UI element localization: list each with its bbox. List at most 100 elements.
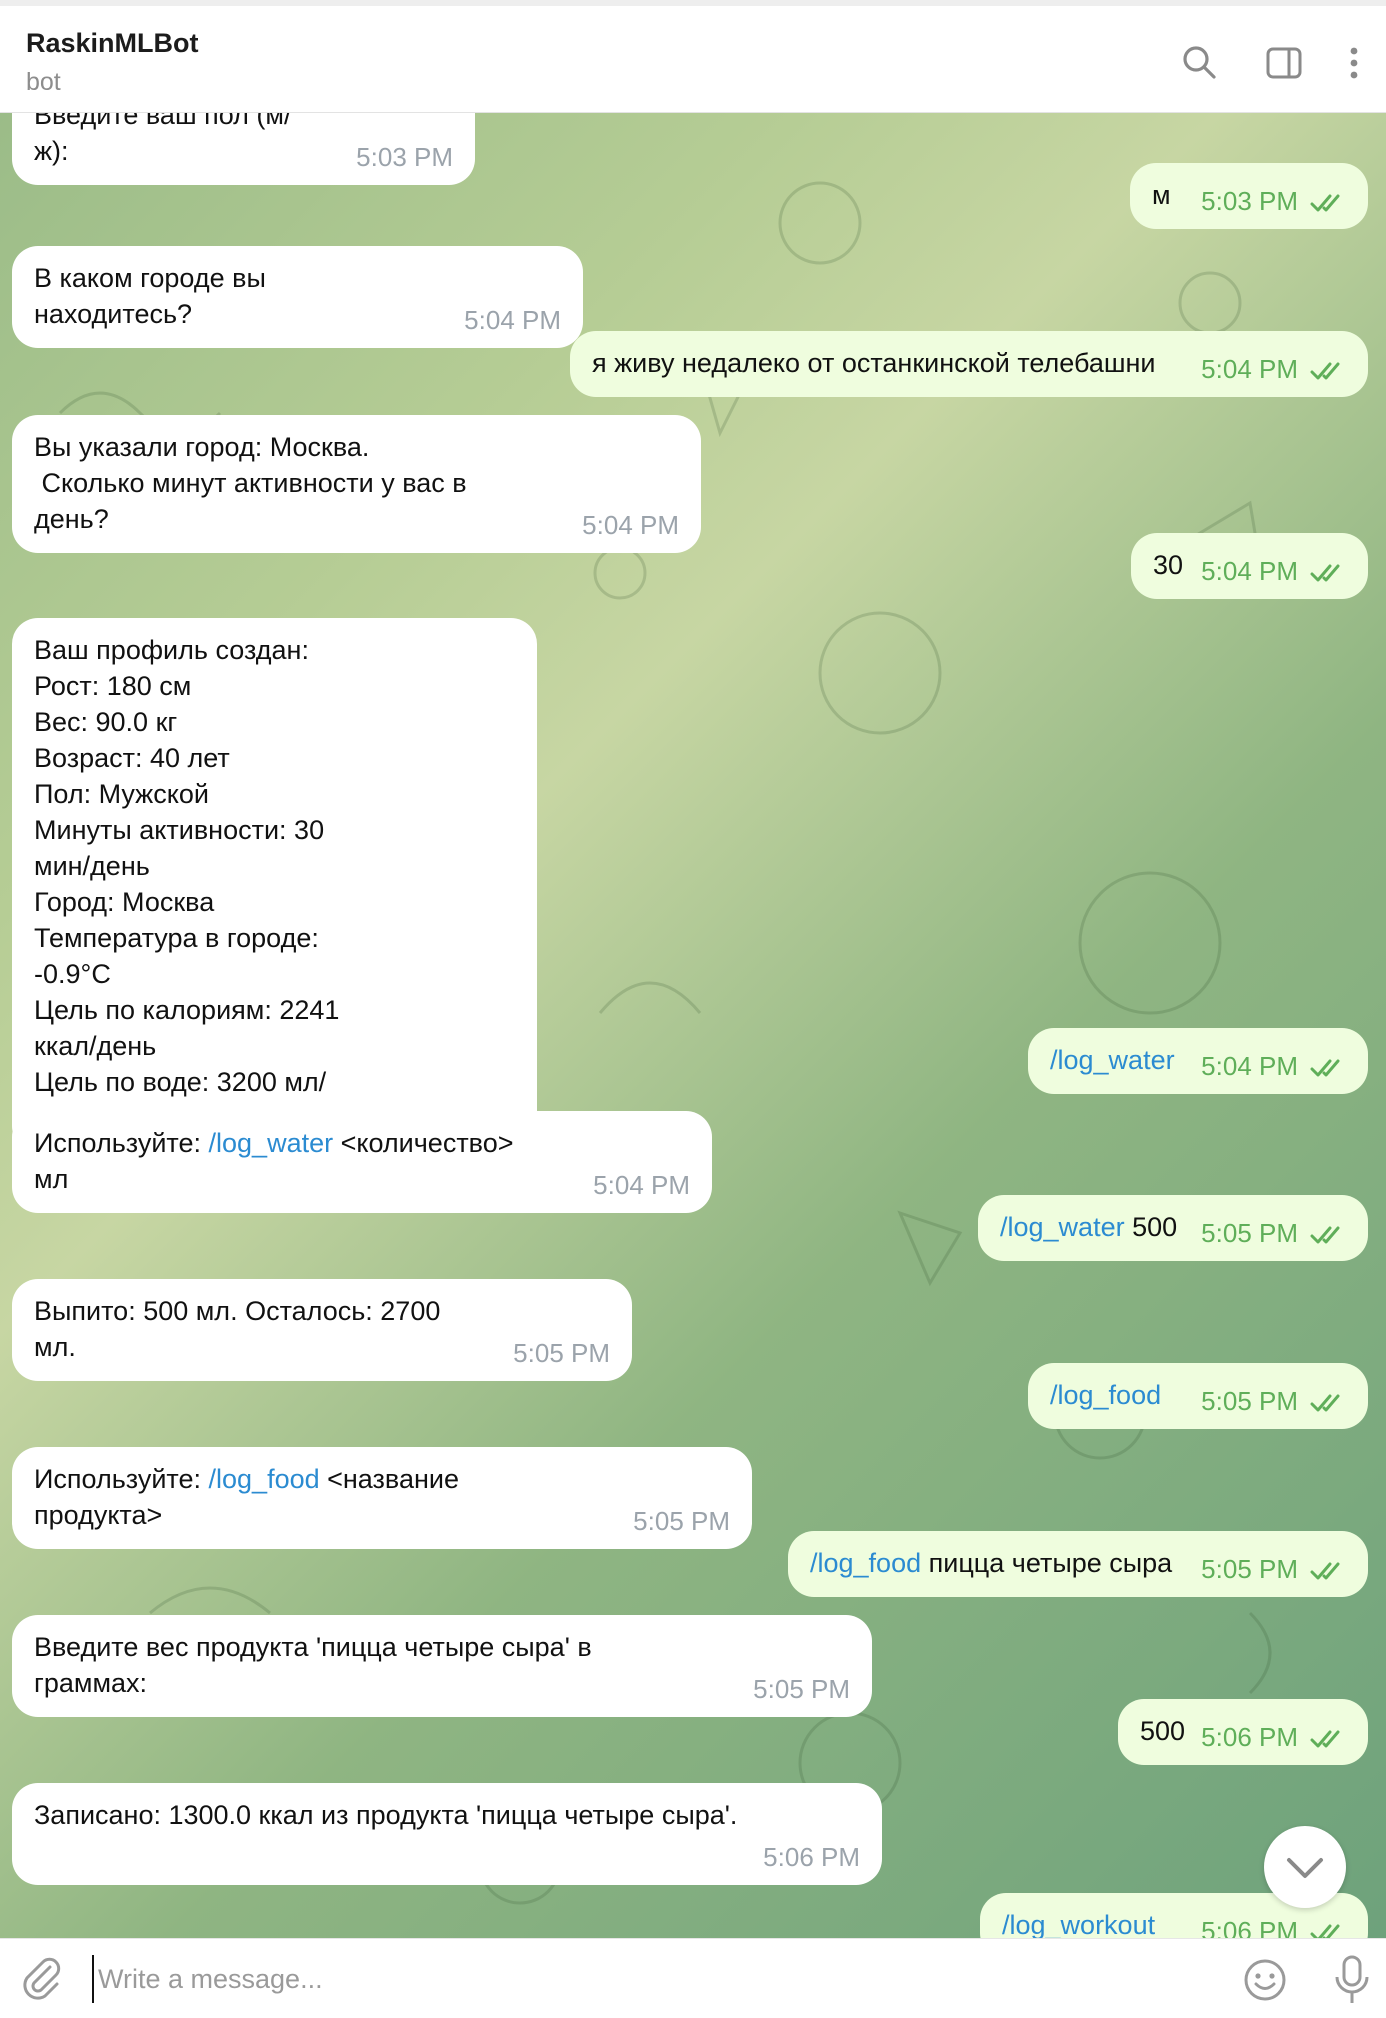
message-meta: 5:04 PM (1201, 553, 1346, 589)
message-meta: 5:05 PM (1201, 1383, 1346, 1419)
message-meta: 5:05 PM (753, 1671, 850, 1707)
message-text: Используйте: /log_water <количество> мл (34, 1125, 690, 1197)
message-time: 5:05 PM (753, 1674, 850, 1704)
message-text: Ваш профиль создан: Рост: 180 см Вес: 90… (34, 632, 515, 1136)
message-time: 5:05 PM (1201, 1386, 1298, 1416)
chevron-down-icon (1287, 1858, 1323, 1878)
double-check-icon (1310, 1394, 1340, 1412)
outgoing-message[interactable]: /log_water 5:04 PM (1028, 1028, 1368, 1094)
double-check-icon (1310, 362, 1340, 380)
incoming-message[interactable]: Записано: 1300.0 ккал из продукта 'пицца… (12, 1783, 882, 1885)
scroll-to-bottom-button[interactable] (1264, 1826, 1346, 1908)
bot-command-link[interactable]: /log_workout (1002, 1910, 1155, 1938)
message-time: 5:05 PM (633, 1506, 730, 1536)
message-meta: 5:04 PM (464, 302, 561, 338)
bot-command-link[interactable]: /log_water (1000, 1212, 1125, 1242)
message-meta: 5:03 PM (356, 139, 453, 175)
message-body: Записано: 1300.0 ккал из продукта 'пицца… (34, 1800, 738, 1830)
incoming-message[interactable]: Выпито: 500 мл. Осталось: 2700 мл. 5:05 P… (12, 1279, 632, 1381)
message-body: м (1152, 180, 1171, 210)
message-time: 5:03 PM (356, 142, 453, 172)
message-time: 5:04 PM (464, 305, 561, 335)
incoming-message[interactable]: Введите ваш пол (м/ж): 5:03 PM (12, 113, 475, 185)
search-icon[interactable] (1178, 41, 1222, 85)
message-meta: 5:05 PM (513, 1335, 610, 1371)
message-text: Введите вес продукта 'пицца четыре сыра'… (34, 1629, 850, 1701)
incoming-message[interactable]: Используйте: /log_food <название продукт… (12, 1447, 752, 1549)
message-body: Введите ваш пол (м/ж): (34, 113, 292, 166)
message-meta: 5:06 PM (1201, 1719, 1346, 1755)
message-time: 5:04 PM (593, 1170, 690, 1200)
double-check-icon (1310, 1730, 1340, 1748)
incoming-message[interactable]: Вы указали город: Москва. Сколько минут … (12, 415, 701, 553)
paperclip-icon[interactable] (16, 1953, 66, 2003)
message-time: 5:04 PM (1201, 1051, 1298, 1081)
outgoing-message[interactable]: 30 5:04 PM (1131, 533, 1368, 599)
message-text: Записано: 1300.0 ккал из продукта 'пицца… (34, 1797, 860, 1833)
message-time: 5:04 PM (1201, 556, 1298, 586)
incoming-message[interactable]: Введите вес продукта 'пицца четыре сыра'… (12, 1615, 872, 1717)
microphone-icon[interactable] (1330, 1953, 1374, 2007)
outgoing-message[interactable]: /log_water 500 5:05 PM (978, 1195, 1368, 1261)
double-check-icon (1310, 1226, 1340, 1244)
message-body: Вы указали город: Москва. Сколько минут … (34, 432, 467, 534)
incoming-message[interactable]: Используйте: /log_water <количество> мл 5… (12, 1111, 712, 1213)
chat-subtitle: bot (26, 68, 61, 96)
message-meta: 5:04 PM (593, 1167, 690, 1203)
message-prefix: Используйте: (34, 1464, 209, 1494)
message-time: 5:05 PM (1201, 1218, 1298, 1248)
more-icon[interactable] (1332, 41, 1376, 85)
message-body: Выпито: 500 мл. Осталось: 2700 мл. (34, 1296, 448, 1362)
outgoing-message[interactable]: /log_food 5:05 PM (1028, 1363, 1368, 1429)
chat-header: RaskinMLBot bot (0, 0, 1386, 113)
outgoing-message[interactable]: /log_food пицца четыре сыра 5:05 PM (788, 1531, 1368, 1597)
message-body: В каком городе вы находитесь? (34, 263, 274, 329)
message-body: 30 (1153, 550, 1184, 580)
message-meta: 5:04 PM (1201, 351, 1346, 387)
message-meta: 5:05 PM (1201, 1215, 1346, 1251)
double-check-icon (1310, 1059, 1340, 1077)
bot-command-link[interactable]: /log_water (1050, 1045, 1175, 1075)
message-time: 5:04 PM (582, 510, 679, 540)
message-meta: 5:05 PM (1201, 1551, 1346, 1587)
incoming-message[interactable]: Ваш профиль создан: Рост: 180 см Вес: 90… (12, 618, 537, 1152)
double-check-icon (1310, 564, 1340, 582)
message-meta: 5:04 PM (1201, 1048, 1346, 1084)
double-check-icon (1310, 194, 1340, 212)
emoji-icon[interactable] (1242, 1957, 1288, 2003)
message-time: 5:06 PM (1201, 1722, 1298, 1752)
message-body: я живу недалеко от останкинской телебашн… (592, 348, 1156, 378)
outgoing-message[interactable]: м 5:03 PM (1130, 163, 1368, 229)
sidebar-toggle-icon[interactable] (1262, 41, 1306, 85)
outgoing-message[interactable]: я живу недалеко от останкинской телебашн… (570, 331, 1368, 397)
chat-area[interactable]: Введите ваш пол (м/ж): 5:03 PM м 5:03 PM В к… (0, 113, 1386, 1938)
message-prefix: Используйте: (34, 1128, 209, 1158)
message-text: Используйте: /log_food <название продукт… (34, 1461, 730, 1533)
message-composer (0, 1938, 1386, 2018)
message-body: 500 (1124, 1212, 1178, 1242)
double-check-icon (1310, 1562, 1340, 1580)
message-meta: 5:04 PM (582, 507, 679, 543)
message-time: 5:04 PM (1201, 354, 1298, 384)
bot-command-link[interactable]: /log_food (810, 1548, 921, 1578)
message-body: Введите вес продукта 'пицца четыре сыра'… (34, 1632, 600, 1698)
outgoing-message[interactable]: 500 5:06 PM (1118, 1699, 1368, 1765)
message-time: 5:06 PM (1201, 1916, 1298, 1938)
message-meta: 5:06 PM (763, 1839, 860, 1875)
message-time: 5:05 PM (1201, 1554, 1298, 1584)
message-time: 5:05 PM (513, 1338, 610, 1368)
incoming-message[interactable]: В каком городе вы находитесь? 5:04 PM (12, 246, 583, 348)
message-time: 5:03 PM (1201, 186, 1298, 216)
chat-title[interactable]: RaskinMLBot (26, 28, 199, 59)
message-body: Ваш профиль создан: Рост: 180 см Вес: 90… (34, 635, 340, 1133)
bot-command-link[interactable]: /log_water (209, 1128, 334, 1158)
message-body: пицца четыре сыра (921, 1548, 1173, 1578)
double-check-icon (1310, 1924, 1340, 1938)
bot-command-link[interactable]: /log_food (209, 1464, 320, 1494)
bot-command-link[interactable]: /log_food (1050, 1380, 1161, 1410)
message-body: 500 (1140, 1716, 1186, 1746)
telegram-window: RaskinMLBot bot Введите ваш пол (м/ж):5 (0, 0, 1386, 2018)
message-meta: 5:06 PM (1201, 1913, 1346, 1938)
message-time: 5:06 PM (763, 1842, 860, 1872)
message-input[interactable] (92, 1955, 1192, 2003)
